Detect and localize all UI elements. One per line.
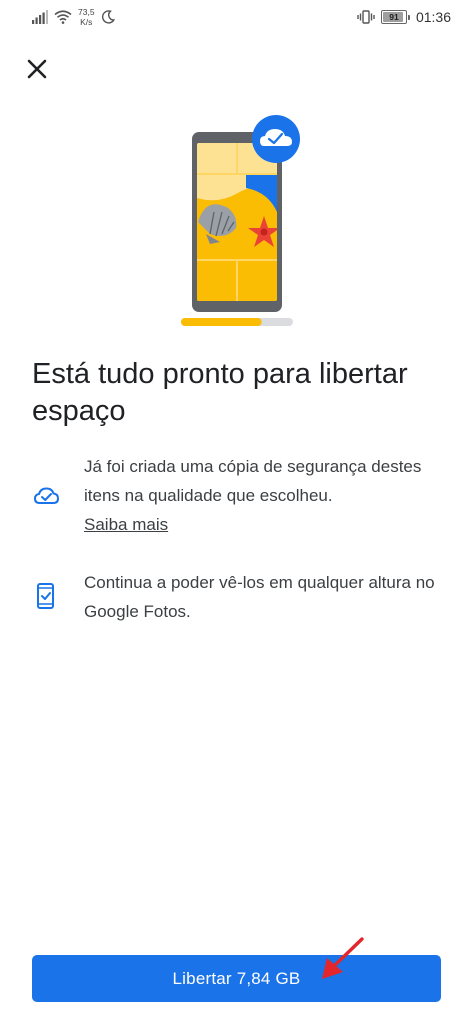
cloud-done-icon bbox=[33, 487, 60, 504]
network-speed: 73,5 K/s bbox=[78, 7, 95, 27]
battery-level: 91 bbox=[389, 12, 399, 22]
status-right: 91 01:36 bbox=[357, 8, 451, 26]
info-access-row: Continua a poder vê-los em qualquer altu… bbox=[32, 568, 452, 628]
network-speed-unit: K/s bbox=[80, 17, 93, 27]
moon-icon bbox=[101, 10, 115, 24]
phone-illustration bbox=[181, 115, 300, 326]
info-backup-row: Já foi criada uma cópia de segurança des… bbox=[32, 452, 452, 542]
progress-fill bbox=[181, 318, 262, 326]
signal-icon bbox=[32, 10, 48, 24]
status-left: 73,5 K/s bbox=[32, 6, 115, 28]
info-backup-text: Já foi criada uma cópia de segurança des… bbox=[84, 457, 422, 505]
page-title: Está tudo pronto para libertar espaço bbox=[32, 358, 408, 427]
close-button[interactable] bbox=[24, 56, 50, 82]
info-backup-text-block: Já foi criada uma cópia de segurança des… bbox=[84, 452, 452, 539]
battery-body: 91 bbox=[380, 10, 407, 24]
network-speed-value: 73,5 bbox=[78, 7, 95, 17]
info-access-text: Continua a poder vê-los em qualquer altu… bbox=[84, 573, 435, 621]
status-bar: 73,5 K/s 91 01:36 bbox=[0, 0, 473, 34]
illustration bbox=[176, 112, 304, 332]
battery-cap bbox=[407, 14, 410, 20]
red-arrow-icon bbox=[322, 937, 364, 979]
free-up-space-label: Libertar 7,84 GB bbox=[172, 968, 301, 988]
wifi-icon bbox=[54, 10, 72, 24]
learn-more-link[interactable]: Saiba mais bbox=[84, 515, 168, 534]
close-icon bbox=[27, 59, 47, 79]
status-time: 01:36 bbox=[415, 9, 451, 25]
battery-icon: 91 bbox=[380, 10, 410, 24]
phone-check-icon bbox=[37, 583, 54, 609]
vibrate-icon bbox=[357, 10, 375, 24]
free-up-space-button[interactable]: Libertar 7,84 GB bbox=[32, 955, 441, 1002]
